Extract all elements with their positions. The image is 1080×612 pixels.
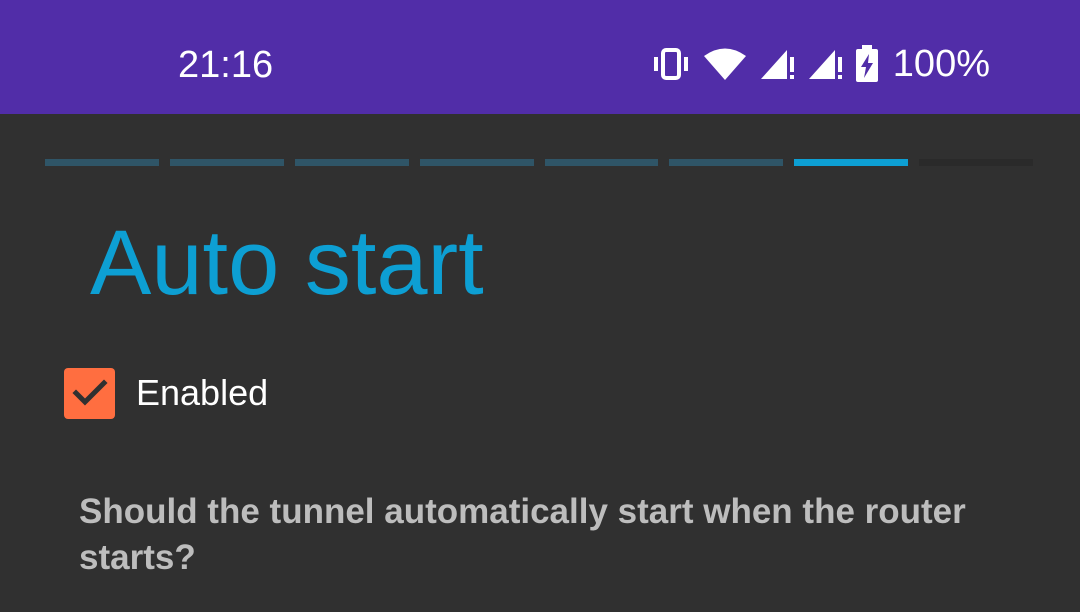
progress-step-5 (544, 159, 659, 166)
progress-step-8 (919, 159, 1033, 166)
progress-step-2 (169, 159, 284, 166)
vibrate-icon (651, 47, 691, 81)
progress-step-1 (45, 159, 159, 166)
status-time: 21:16 (178, 44, 274, 86)
enabled-checkbox-label[interactable]: Enabled (136, 373, 268, 413)
status-bar: 21:16 100% (0, 0, 1080, 114)
progress-step-3 (294, 159, 409, 166)
checkmark-icon (71, 379, 108, 406)
enabled-checkbox-row[interactable]: Enabled (64, 366, 268, 420)
battery-charging-icon (855, 45, 879, 83)
progress-step-6 (669, 159, 784, 166)
signal-icon (759, 47, 795, 81)
progress-step-7 (794, 159, 909, 166)
description-text: Should the tunnel automatically start wh… (79, 492, 966, 577)
battery-percent: 100% (892, 43, 990, 85)
progress-step-4 (419, 159, 534, 166)
wifi-icon (703, 47, 747, 81)
status-icons: 100% (651, 40, 990, 88)
wizard-progress (45, 159, 1033, 166)
signal-icon (807, 47, 843, 81)
enabled-checkbox[interactable] (64, 367, 115, 419)
page-title: Auto start (90, 212, 484, 314)
